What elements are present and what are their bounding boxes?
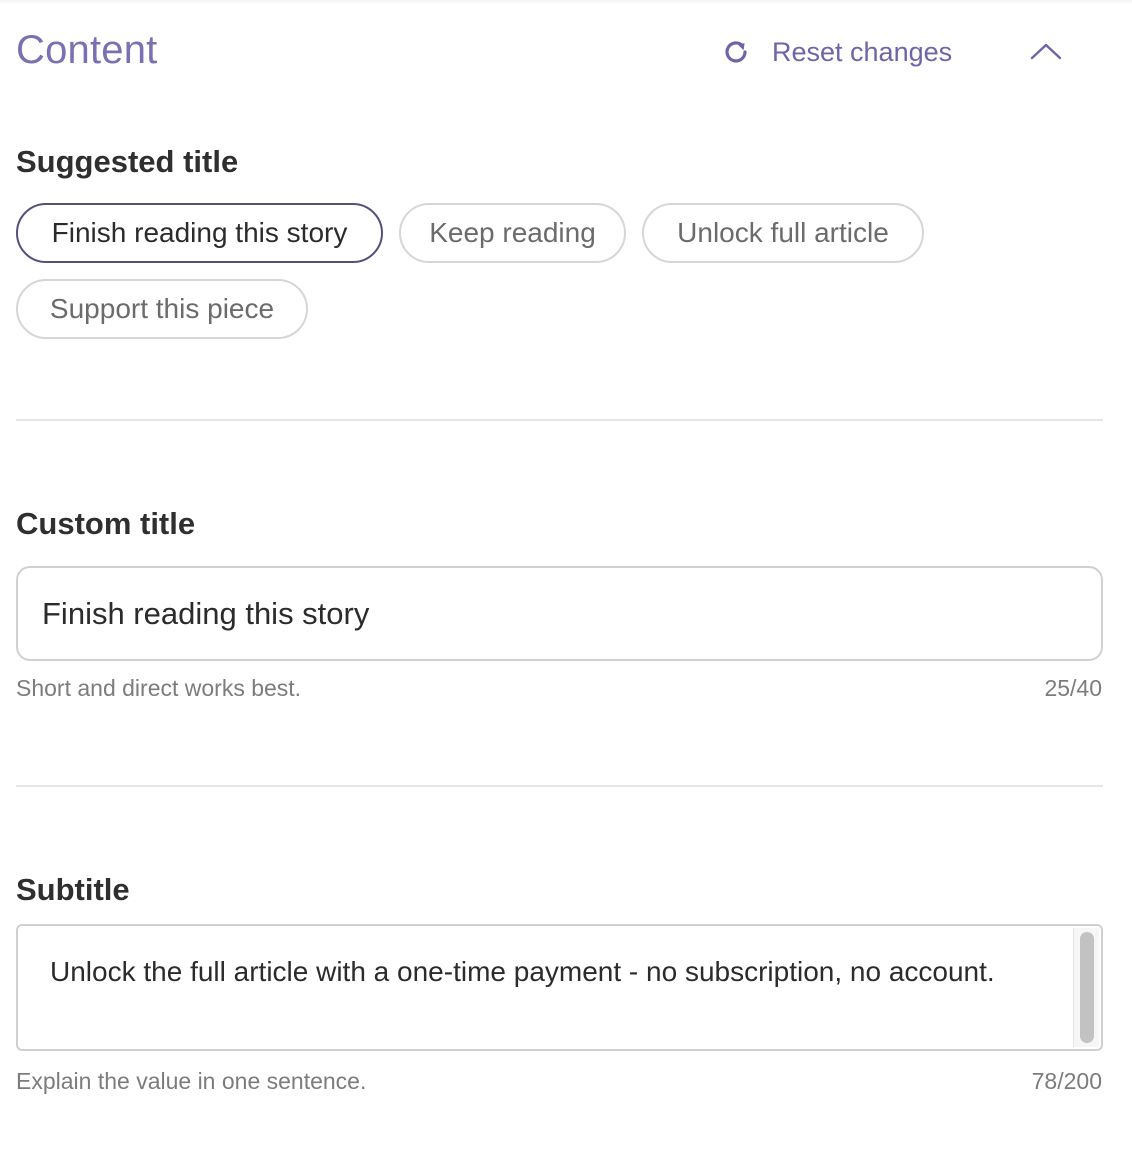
suggested-title-chip[interactable]: Finish reading this story bbox=[16, 203, 383, 263]
chip-label: Finish reading this story bbox=[51, 217, 348, 248]
custom-title-counter: 25/40 bbox=[1044, 675, 1102, 701]
subtitle-hint: Explain the value in one sentence. bbox=[16, 1068, 367, 1094]
scrollbar-thumb[interactable] bbox=[1080, 932, 1094, 1043]
reset-changes-button[interactable]: Reset changes bbox=[720, 34, 952, 70]
chip-label: Unlock full article bbox=[677, 217, 889, 248]
subtitle-label: Subtitle bbox=[16, 872, 130, 907]
custom-title-label: Custom title bbox=[16, 506, 196, 541]
custom-title-field[interactable] bbox=[16, 566, 1103, 661]
custom-title-input[interactable] bbox=[42, 586, 1072, 642]
refresh-icon bbox=[720, 36, 752, 68]
chip-label: Keep reading bbox=[429, 217, 596, 248]
content-section-header: Content Reset changes bbox=[16, 26, 1102, 80]
subtitle-text: Unlock the full article with a one-time … bbox=[50, 956, 995, 987]
suggested-title-chip[interactable]: Keep reading bbox=[399, 203, 626, 263]
suggested-title-chip[interactable]: Support this piece bbox=[16, 279, 308, 339]
subtitle-counter: 78/200 bbox=[1031, 1068, 1102, 1094]
divider bbox=[16, 419, 1103, 421]
collapse-section-button[interactable] bbox=[1028, 36, 1064, 66]
custom-title-hint: Short and direct works best. bbox=[16, 675, 302, 701]
subtitle-scrollbar[interactable] bbox=[1073, 928, 1099, 1047]
section-title: Content bbox=[16, 28, 158, 72]
suggested-title-chip[interactable]: Unlock full article bbox=[642, 203, 924, 263]
suggested-title-label: Suggested title bbox=[16, 144, 239, 179]
chevron-up-icon bbox=[1030, 43, 1062, 60]
divider bbox=[16, 785, 1103, 787]
chip-label: Support this piece bbox=[49, 293, 275, 324]
subtitle-textarea[interactable]: Unlock the full article with a one-time … bbox=[16, 924, 1103, 1051]
top-border bbox=[0, 0, 1132, 4]
reset-changes-label: Reset changes bbox=[772, 36, 953, 67]
